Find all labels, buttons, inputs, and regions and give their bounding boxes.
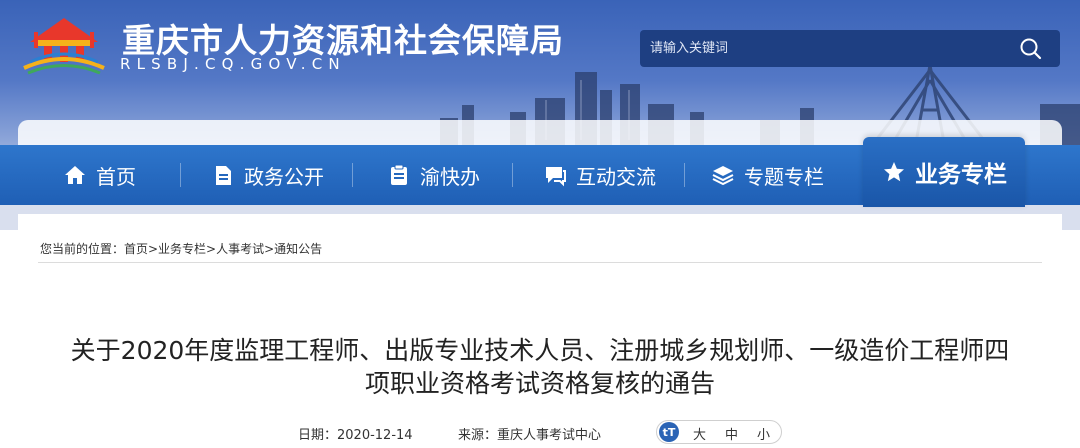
- home-icon: [62, 162, 88, 188]
- nav-item-home[interactable]: 首页: [62, 145, 136, 205]
- nav-item-label: 首页: [96, 164, 136, 189]
- nav-divider: [352, 163, 353, 187]
- nav-divider: [684, 163, 685, 187]
- article-title: 关于2020年度监理工程师、出版专业技术人员、注册城乡规划师、一级造价工程师四 …: [40, 334, 1040, 400]
- star-icon: [881, 159, 907, 185]
- article-title-line-1: 关于2020年度监理工程师、出版专业技术人员、注册城乡规划师、一级造价工程师四: [70, 336, 1010, 365]
- nav-divider: [180, 163, 181, 187]
- search-box: [640, 30, 1060, 67]
- nav-item-label: 政务公开: [244, 164, 324, 189]
- clipboard-icon: [386, 162, 412, 188]
- article-date: 日期：2020-12-14: [298, 428, 413, 443]
- nav-item-yukuaiban[interactable]: 渝快办: [386, 145, 480, 205]
- font-size-switcher: tT 大 中 小: [656, 420, 782, 444]
- breadcrumb[interactable]: 您当前的位置：首页>业务专栏>人事考试>通知公告: [40, 240, 322, 257]
- nav-item-interaction[interactable]: 互动交流: [542, 145, 656, 205]
- nav-divider: [512, 163, 513, 187]
- document-icon: [210, 162, 236, 188]
- chat-icon: [542, 162, 568, 188]
- city-gate-logo-icon: [23, 18, 105, 75]
- font-size-large[interactable]: 大: [693, 424, 706, 443]
- nav-item-special-topics[interactable]: 专题专栏: [710, 145, 824, 205]
- font-size-medium[interactable]: 中: [725, 424, 738, 443]
- nav-item-label: 互动交流: [576, 164, 656, 189]
- search-icon[interactable]: [1019, 37, 1043, 61]
- nav-item-label: 业务专栏: [915, 162, 1007, 188]
- nav-item-business[interactable]: 业务专栏: [863, 137, 1025, 207]
- breadcrumb-container: 您当前的位置：首页>业务专栏>人事考试>通知公告: [18, 214, 1062, 264]
- layers-icon: [710, 162, 736, 188]
- search-input[interactable]: [650, 30, 1010, 67]
- article-title-line-2: 项职业资格考试资格复核的通告: [364, 369, 715, 398]
- article-source: 来源：重庆人事考试中心: [458, 428, 602, 443]
- nav-item-label: 渝快办: [420, 164, 480, 189]
- article-meta: 日期：2020-12-14 来源：重庆人事考试中心 tT 大 中 小: [0, 420, 1080, 444]
- main-nav: 首页 政务公开 渝快办 互动交流 专题专栏 业务专栏: [0, 137, 1080, 207]
- font-size-small[interactable]: 小: [757, 424, 770, 443]
- nav-item-label: 专题专栏: [744, 164, 824, 189]
- text-size-icon: tT: [659, 422, 679, 442]
- site-domain: RLSBJ.CQ.GOV.CN: [120, 55, 346, 73]
- nav-item-government-affairs[interactable]: 政务公开: [210, 145, 324, 205]
- divider: [38, 262, 1042, 263]
